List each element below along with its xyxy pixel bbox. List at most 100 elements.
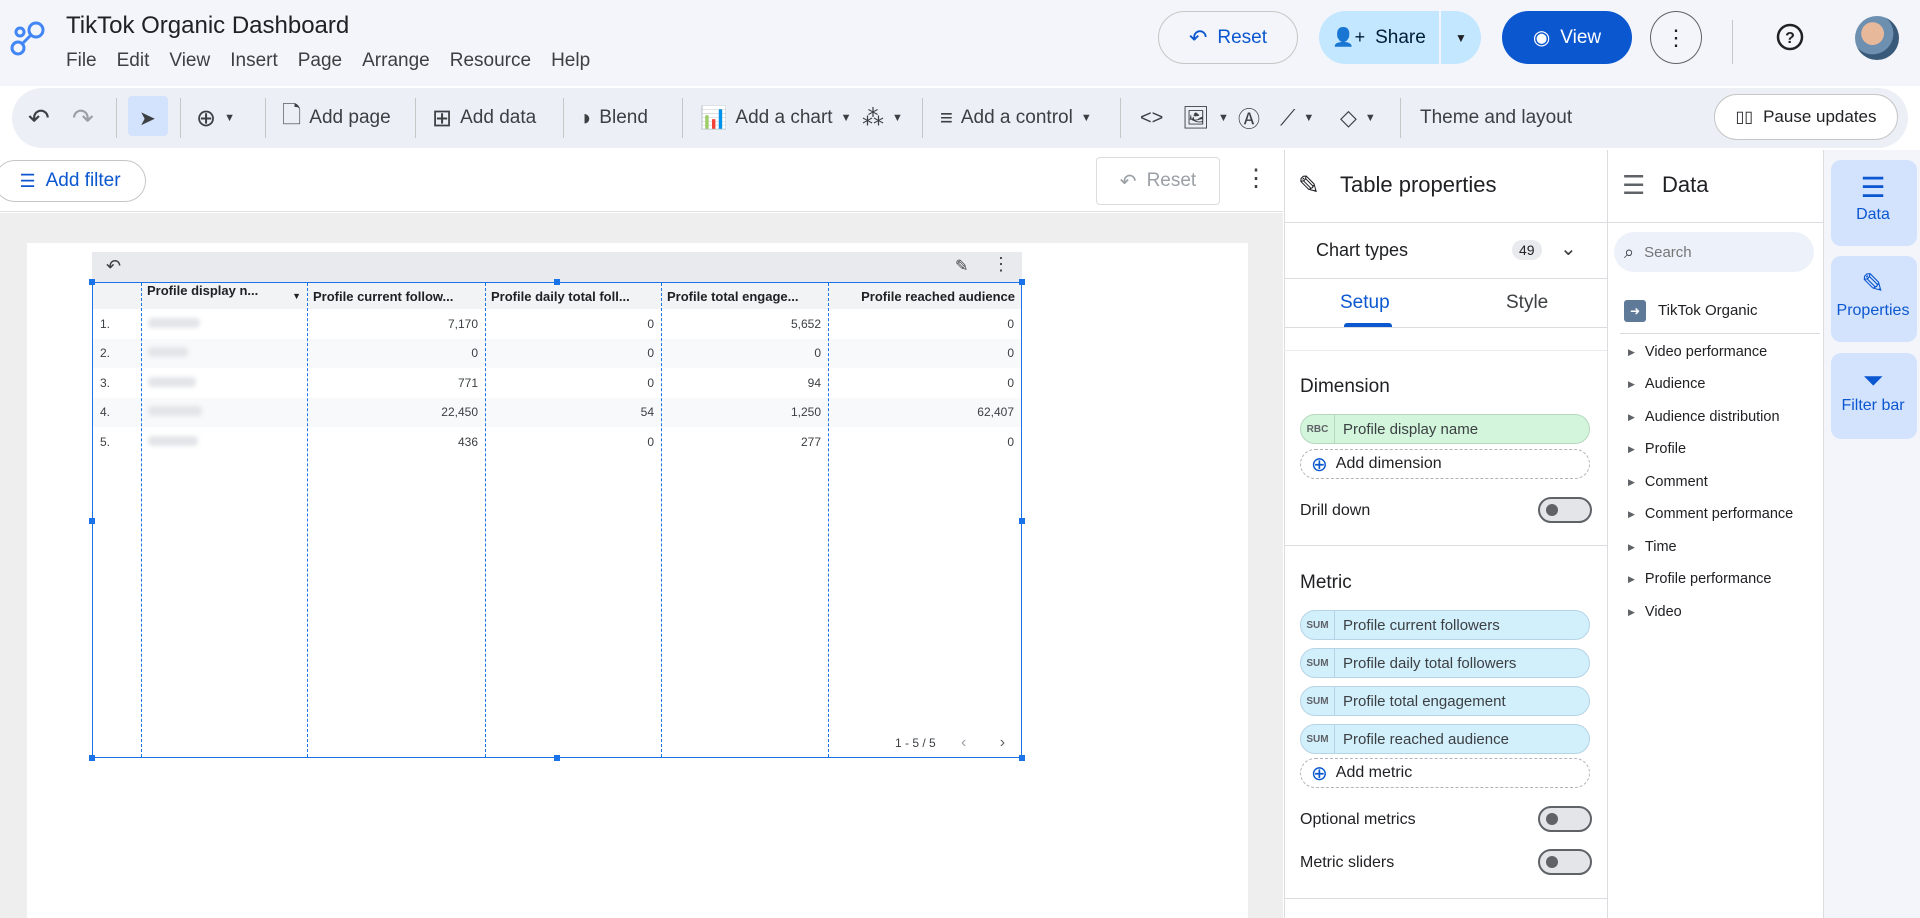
metric-sliders-toggle[interactable] xyxy=(1538,849,1592,875)
menu-view[interactable]: View xyxy=(169,50,210,72)
menu-resource[interactable]: Resource xyxy=(450,50,531,72)
table-row[interactable]: 1. 7,170 0 5,652 0 xyxy=(93,309,1021,339)
metric-chip[interactable]: SUM Profile reached audience xyxy=(1300,724,1590,754)
prev-page-icon[interactable]: ‹ xyxy=(961,734,966,751)
resize-handle[interactable] xyxy=(1019,518,1025,524)
optional-metrics-toggle[interactable] xyxy=(1538,806,1592,832)
metric-chip[interactable]: SUM Profile total engagement xyxy=(1300,686,1590,716)
add-dimension-button[interactable]: ⊕ Add dimension xyxy=(1300,449,1590,479)
zoom-button[interactable]: ⊕ ▼ xyxy=(196,88,235,148)
share-button[interactable]: 👤+ Share xyxy=(1319,11,1439,64)
rail-item-filter-bar[interactable]: ⏷ Filter bar xyxy=(1832,367,1914,415)
column-header[interactable]: Profile current follow... xyxy=(307,283,485,309)
menu-page[interactable]: Page xyxy=(298,50,342,72)
add-chart-button[interactable]: 📊 Add a chart ▼ xyxy=(700,88,851,148)
menu-edit[interactable]: Edit xyxy=(117,50,150,72)
shape-button[interactable]: ◇ ▼ xyxy=(1340,88,1376,148)
resize-handle[interactable] xyxy=(89,755,95,761)
undo-button[interactable]: ↶ xyxy=(28,88,50,148)
redo-button[interactable]: ↷ xyxy=(72,88,94,148)
tab-style[interactable]: Style xyxy=(1506,292,1548,314)
field-group-audience-distribution[interactable]: ▶ Audience distribution xyxy=(1628,409,1780,425)
resize-handle[interactable] xyxy=(554,279,560,285)
table-row[interactable]: 3. 771 0 94 0 xyxy=(93,368,1021,398)
more-vert-icon[interactable]: ⋮ xyxy=(992,254,1010,275)
resize-handle[interactable] xyxy=(1019,755,1025,761)
column-header[interactable]: Profile display n... ▼ xyxy=(141,283,307,309)
view-button[interactable]: ◉ View xyxy=(1502,11,1632,64)
next-page-icon[interactable]: › xyxy=(1000,734,1005,751)
redo-icon: ↷ xyxy=(72,102,94,133)
line-button[interactable]: ⟋ ▼ xyxy=(1280,88,1314,148)
report-title[interactable]: TikTok Organic Dashboard xyxy=(66,12,349,40)
add-chart-label: Add a chart xyxy=(735,107,833,128)
menu-insert[interactable]: Insert xyxy=(230,50,278,72)
text-button[interactable]: Ⓐ xyxy=(1238,88,1260,148)
column-header[interactable]: Profile reached audience xyxy=(828,283,1021,309)
avatar[interactable] xyxy=(1855,16,1899,60)
tab-setup[interactable]: Setup xyxy=(1340,292,1390,314)
drill-down-toggle[interactable] xyxy=(1538,497,1592,523)
menu-arrange[interactable]: Arrange xyxy=(362,50,430,72)
field-group-profile[interactable]: ▶ Profile xyxy=(1628,441,1686,457)
metric-chip[interactable]: SUM Profile daily total followers xyxy=(1300,648,1590,678)
more-vert-icon[interactable]: ⋮ xyxy=(1244,164,1268,193)
menu-file[interactable]: File xyxy=(66,50,97,72)
pause-updates-button[interactable]: ▯▯ Pause updates xyxy=(1714,94,1898,140)
chart-types-label[interactable]: Chart types xyxy=(1316,240,1408,261)
column-header[interactable]: Profile total engage... xyxy=(661,283,828,309)
resize-handle[interactable] xyxy=(89,279,95,285)
blend-button[interactable]: ◑ Blend xyxy=(578,88,648,148)
chevron-down-icon[interactable]: ⌄ xyxy=(1560,236,1577,261)
resize-handle[interactable] xyxy=(1019,279,1025,285)
image-button[interactable]: 🖼 ▼ xyxy=(1182,88,1229,148)
sum-aggregation-icon[interactable]: SUM xyxy=(1301,725,1335,753)
field-group-comment-performance[interactable]: ▶ Comment performance xyxy=(1628,506,1793,522)
resize-handle[interactable] xyxy=(554,755,560,761)
add-control-button[interactable]: ≡ Add a control ▼ xyxy=(940,88,1092,148)
table-row[interactable]: 5. 436 0 277 0 xyxy=(93,427,1021,457)
resize-handle[interactable] xyxy=(89,518,95,524)
field-group-comment[interactable]: ▶ Comment xyxy=(1628,474,1708,490)
more-options-button[interactable]: ⋮ xyxy=(1650,11,1702,64)
reset-filters-button[interactable]: ↶ Reset xyxy=(1096,157,1220,205)
community-viz-button[interactable]: ⁂ ▼ xyxy=(862,88,903,148)
add-data-button[interactable]: ⊞ Add data xyxy=(432,88,536,148)
sort-arrow-icon[interactable]: ▼ xyxy=(292,283,301,309)
metric-chip[interactable]: SUM Profile current followers xyxy=(1300,610,1590,640)
data-source-name[interactable]: TikTok Organic xyxy=(1658,302,1757,319)
rail-item-properties[interactable]: ✎ Properties xyxy=(1832,270,1914,320)
sum-aggregation-icon[interactable]: SUM xyxy=(1301,687,1335,715)
add-metric-button[interactable]: ⊕ Add metric xyxy=(1300,758,1590,788)
field-group-audience[interactable]: ▶ Audience xyxy=(1628,376,1705,392)
add-page-button[interactable]: 🗋 Add page xyxy=(282,88,391,148)
column-header[interactable]: Profile daily total foll... xyxy=(485,283,661,309)
field-group-label: Comment xyxy=(1644,474,1708,490)
looker-studio-logo-icon[interactable] xyxy=(8,18,48,58)
sum-aggregation-icon[interactable]: SUM xyxy=(1301,611,1335,639)
field-group-video-performance[interactable]: ▶ Video performance xyxy=(1628,344,1767,360)
edit-pencil-icon[interactable]: ✎ xyxy=(955,256,968,276)
table-row[interactable]: 2. 0 0 0 0 xyxy=(93,338,1021,368)
share-label: Share xyxy=(1375,26,1426,48)
menu-help[interactable]: Help xyxy=(551,50,590,72)
redacted-name-cell xyxy=(141,427,307,457)
add-filter-button[interactable]: ☰ Add filter xyxy=(0,160,146,202)
field-group-time[interactable]: ▶ Time xyxy=(1628,539,1677,555)
theme-layout-button[interactable]: Theme and layout xyxy=(1420,88,1572,148)
header-divider xyxy=(1732,20,1733,64)
embed-url-button[interactable]: <> xyxy=(1140,88,1163,148)
table-row[interactable]: 4. 22,450 54 1,250 62,407 xyxy=(93,397,1021,427)
dimension-chip[interactable]: RBC Profile display name xyxy=(1300,414,1590,444)
rail-item-data[interactable]: ☰ Data xyxy=(1832,174,1914,224)
undo-icon[interactable]: ↶ xyxy=(106,256,121,277)
column-guide xyxy=(485,283,486,757)
field-group-video[interactable]: ▶ Video xyxy=(1628,604,1682,620)
search-input[interactable] xyxy=(1644,243,1785,261)
data-table[interactable]: Profile display n... ▼ Profile current f… xyxy=(93,283,1021,457)
field-group-profile-performance[interactable]: ▶ Profile performance xyxy=(1628,571,1771,587)
sum-aggregation-icon[interactable]: SUM xyxy=(1301,649,1335,677)
reset-button[interactable]: ↶ Reset xyxy=(1158,11,1298,64)
data-search-field[interactable]: ⌕ xyxy=(1614,232,1814,272)
help-icon[interactable]: ? xyxy=(1775,22,1805,52)
